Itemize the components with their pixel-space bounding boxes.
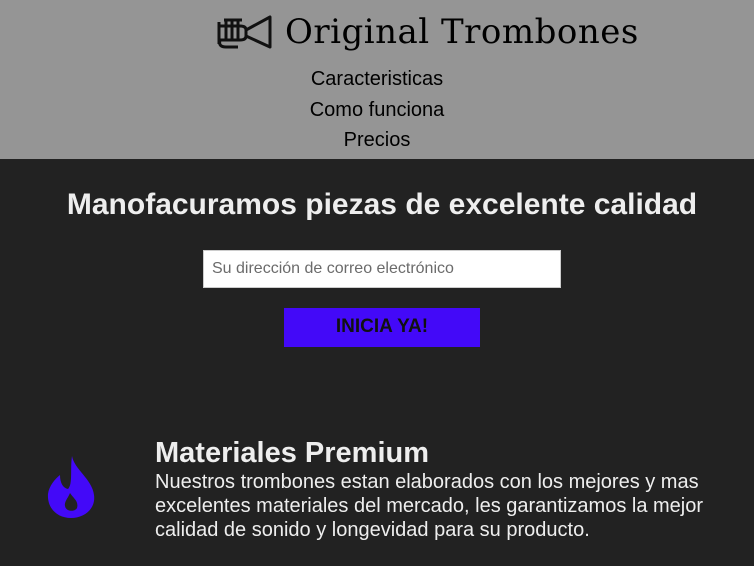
- site-header: Original Trombones Caracteristicas Como …: [0, 0, 754, 159]
- nav-item-precios[interactable]: Precios: [0, 125, 754, 156]
- brand-logo[interactable]: Original Trombones: [216, 10, 639, 54]
- fire-icon: [46, 455, 96, 524]
- brand-name: Original Trombones: [285, 12, 639, 52]
- feature-title: Materiales Premium: [155, 437, 430, 469]
- hero-title: Manofacuramos piezas de excelente calida…: [66, 188, 698, 221]
- nav-item-caracteristicas[interactable]: Caracteristicas: [0, 64, 754, 95]
- main-nav: Caracteristicas Como funciona Precios: [0, 64, 754, 156]
- start-button[interactable]: INICIA YA!: [284, 308, 480, 347]
- email-input[interactable]: [203, 250, 561, 288]
- nav-item-como-funciona[interactable]: Como funciona: [0, 95, 754, 126]
- trumpet-icon: [216, 14, 274, 50]
- feature-description: Nuestros trombones estan elaborados con …: [155, 471, 704, 541]
